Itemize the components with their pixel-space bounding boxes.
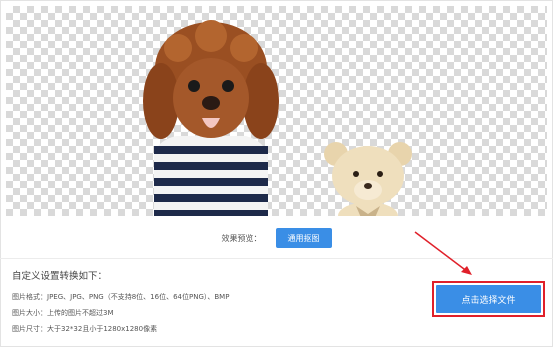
size-requirement: 图片大小：上传的图片不超过3M xyxy=(12,309,114,317)
teddy-bear xyxy=(324,142,412,216)
select-file-button[interactable]: 点击选择文件 xyxy=(436,285,541,313)
effect-preview-label: 效果预览： xyxy=(221,233,262,243)
poodle-head xyxy=(143,20,279,139)
settings-title: 自定义设置转换如下： xyxy=(12,271,108,282)
image-preview xyxy=(6,6,547,216)
preview-image xyxy=(143,20,412,216)
dimension-requirement: 图片尺寸：大于32*32且小于1280x1280像素 xyxy=(12,325,158,333)
upload-highlight-box: 点击选择文件 xyxy=(432,281,545,317)
divider xyxy=(0,258,553,259)
effect-preview-row: 效果预览： 通用抠图 xyxy=(0,226,553,250)
poodle-shirt xyxy=(154,136,268,216)
format-requirement: 图片格式：JPEG、JPG、PNG（不支持8位、16位、64位PNG）、BMP xyxy=(12,293,230,301)
settings-panel: 自定义设置转换如下： 图片格式：JPEG、JPG、PNG（不支持8位、16位、6… xyxy=(12,268,229,337)
general-cutout-button[interactable]: 通用抠图 xyxy=(275,228,332,248)
